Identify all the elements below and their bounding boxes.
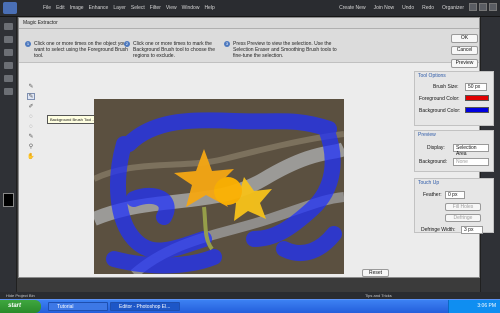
clock: 3:06 PM: [477, 303, 496, 309]
menu-window[interactable]: Window: [182, 5, 200, 11]
ok-button[interactable]: OK: [451, 34, 478, 43]
windows-taskbar: start Tutorial Editor - Photoshop El... …: [0, 299, 500, 313]
step-3: 3 Press Preview to view the selection. U…: [224, 41, 339, 59]
editor-menubar: File Edit Image Enhance Layer Select Fil…: [0, 0, 500, 17]
step-number: 1: [25, 41, 31, 47]
step-text: Click one or more times to mark the Back…: [133, 41, 215, 59]
zoom-icon[interactable]: ⚲: [27, 143, 35, 150]
step-text: Press Preview to view the selection. Use…: [233, 41, 337, 59]
smoothing-brush-icon[interactable]: ✎: [27, 133, 35, 140]
foreground-brush-icon[interactable]: ✎: [27, 83, 35, 90]
touch-up-panel: Touch Up Feather: 0 px Fill Holes Defrin…: [414, 178, 494, 234]
foreground-color-swatch[interactable]: [465, 95, 489, 101]
menu-image[interactable]: Image: [70, 5, 84, 11]
main-menu: File Edit Image Enhance Layer Select Fil…: [43, 5, 215, 11]
flower-photo: [94, 99, 344, 274]
preview-panel: Preview Display: Selection Area Backgrou…: [414, 130, 494, 172]
add-to-selection-icon[interactable]: ◌: [27, 113, 35, 120]
extractor-tools: ✎ ✎ ✐ ◌ ◌ ✎ ⚲ ✋: [25, 80, 37, 200]
join-now-link[interactable]: Join Now: [374, 5, 395, 11]
step-number: 2: [124, 41, 130, 47]
preview-button[interactable]: Preview: [451, 59, 478, 68]
magic-extractor-dialog: Magic Extractor 1 Click one or more time…: [18, 17, 494, 278]
fill-holes-button[interactable]: Fill Holes: [445, 203, 481, 211]
eyedropper-tool-icon[interactable]: [3, 62, 13, 69]
hand-icon[interactable]: ✋: [27, 153, 35, 160]
instructions-bar: 1 Click one or more times on the object …: [19, 29, 479, 63]
step-2: 2 Click one or more times to mark the Ba…: [124, 41, 229, 59]
defringe-width-input[interactable]: 3 px: [461, 226, 483, 234]
step-text: Click one or more times on the object yo…: [34, 41, 128, 59]
background-brush-icon[interactable]: ✎: [27, 93, 35, 100]
editor-toolbox: [0, 17, 17, 292]
reset-button[interactable]: Reset: [362, 269, 389, 277]
menu-edit[interactable]: Edit: [56, 5, 65, 11]
dialog-title: Magic Extractor: [19, 18, 479, 29]
display-select[interactable]: Selection Area: [453, 144, 489, 157]
menu-file[interactable]: File: [43, 5, 51, 11]
tips-and-tricks-link[interactable]: Tips and Tricks: [365, 292, 392, 299]
system-tray: 3:06 PM: [448, 300, 500, 313]
defringe-width-label: Defringe Width:: [421, 227, 456, 233]
feather-input[interactable]: 0 px: [445, 191, 465, 199]
minimize-icon[interactable]: [469, 3, 477, 11]
foreground-color-label: Foreground Color:: [419, 96, 460, 102]
brush-size-input[interactable]: 50 px: [465, 83, 487, 91]
undo-button[interactable]: Undo: [402, 5, 414, 11]
app-logo: [3, 2, 17, 14]
menu-select[interactable]: Select: [131, 5, 145, 11]
menu-help[interactable]: Help: [204, 5, 214, 11]
background-select[interactable]: None: [453, 158, 489, 166]
lasso-tool-icon[interactable]: [3, 88, 13, 95]
step-1: 1 Click one or more times on the object …: [25, 41, 130, 59]
feather-label: Feather:: [423, 192, 442, 198]
menu-layer[interactable]: Layer: [113, 5, 126, 11]
hand-tool-icon[interactable]: [3, 49, 13, 56]
zoom-tool-icon[interactable]: [3, 36, 13, 43]
menu-filter[interactable]: Filter: [150, 5, 161, 11]
organizer-button[interactable]: Organizer: [442, 5, 464, 11]
move-tool-icon[interactable]: [3, 23, 13, 30]
touch-up-title: Touch Up: [418, 180, 440, 186]
background-color-swatch[interactable]: [465, 107, 489, 113]
point-eraser-icon[interactable]: ✐: [27, 103, 35, 110]
tool-options-title: Tool Options: [418, 73, 446, 79]
foreground-color-swatch[interactable]: [3, 193, 14, 207]
cancel-button[interactable]: Cancel: [451, 46, 478, 55]
defringe-button[interactable]: Defringe: [445, 214, 481, 222]
taskbar-item-editor[interactable]: Editor - Photoshop El...: [110, 302, 180, 311]
maximize-icon[interactable]: [479, 3, 487, 11]
image-canvas[interactable]: [94, 99, 344, 274]
marquee-tool-icon[interactable]: [3, 75, 13, 82]
window-controls: [469, 3, 497, 11]
editor-status-bar: Hide Project Bin Tips and Tricks: [0, 292, 500, 299]
preview-title: Preview: [418, 132, 436, 138]
menu-view[interactable]: View: [166, 5, 177, 11]
create-new-button[interactable]: Create New: [339, 5, 365, 11]
start-button[interactable]: start: [0, 300, 41, 313]
tool-options-panel: Tool Options Brush Size: 50 px Foregroun…: [414, 71, 494, 126]
remove-from-selection-icon[interactable]: ◌: [27, 123, 35, 130]
taskbar-item-tutorial[interactable]: Tutorial: [48, 302, 108, 311]
brush-size-label: Brush Size:: [433, 84, 459, 90]
redo-button[interactable]: Redo: [422, 5, 434, 11]
display-label: Display:: [427, 145, 445, 151]
menu-enhance[interactable]: Enhance: [89, 5, 109, 11]
hide-project-bin-button[interactable]: Hide Project Bin: [6, 292, 35, 299]
close-icon[interactable]: [489, 3, 497, 11]
background-color-label: Background Color:: [419, 108, 461, 114]
step-number: 3: [224, 41, 230, 47]
top-actions: Create New Join Now Undo Redo Organizer: [339, 5, 464, 11]
background-label: Background:: [419, 159, 448, 165]
